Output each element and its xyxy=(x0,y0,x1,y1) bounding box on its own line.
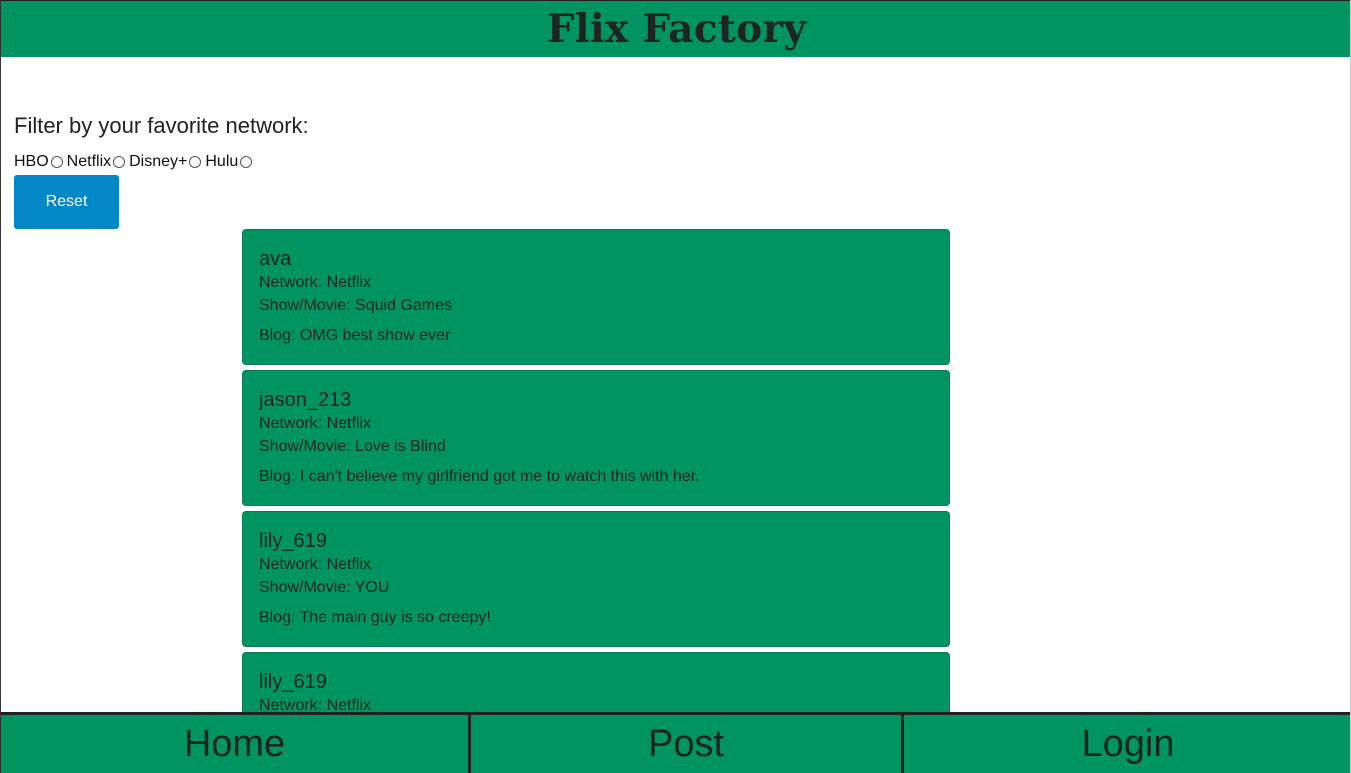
radio-label: Netflix xyxy=(66,153,112,170)
radio-label: Disney+ xyxy=(129,153,188,170)
app-title: Flix Factory xyxy=(546,6,807,52)
radio-option-netflix[interactable]: Netflix xyxy=(66,153,126,171)
post-network: Network: Netflix xyxy=(259,274,372,291)
radio-label: HBO xyxy=(14,153,49,170)
post-feed: ava Network: Netflix Show/Movie: Squid G… xyxy=(242,229,950,773)
post-network: Network: Netflix xyxy=(259,556,372,573)
nav-post-link[interactable]: Post xyxy=(471,715,904,773)
post-username: lily_619 xyxy=(259,671,327,693)
post-username: ava xyxy=(259,248,292,270)
radio-label: Hulu xyxy=(205,153,239,170)
app-header: Flix Factory xyxy=(1,0,1350,57)
nav-home-link[interactable]: Home xyxy=(1,715,471,773)
radio-option-disney[interactable]: Disney+ xyxy=(129,153,202,171)
bottom-nav: Home Post Login xyxy=(1,712,1350,773)
post-show: Show/Movie: YOU xyxy=(259,579,390,596)
radio-button[interactable] xyxy=(189,156,202,168)
radio-option-hbo[interactable]: HBO xyxy=(14,153,63,171)
network-filter-group: HBO Netflix Disney+ Hulu xyxy=(14,153,256,171)
radio-option-hulu[interactable]: Hulu xyxy=(205,153,253,171)
post-card: jason_213 Network: Netflix Show/Movie: L… xyxy=(242,370,950,506)
post-blog: Blog: OMG best show ever xyxy=(259,327,451,344)
post-username: jason_213 xyxy=(259,389,352,411)
radio-button[interactable] xyxy=(240,156,253,168)
nav-login-link[interactable]: Login xyxy=(904,715,1350,773)
post-card: ava Network: Netflix Show/Movie: Squid G… xyxy=(242,229,950,365)
post-network: Network: Netflix xyxy=(259,415,372,432)
radio-button[interactable] xyxy=(113,156,126,168)
reset-button[interactable]: Reset xyxy=(14,175,119,229)
post-blog: Blog: The main guy is so creepy! xyxy=(259,609,491,626)
post-blog: Blog: I can't believe my girlfriend got … xyxy=(259,468,700,485)
post-show: Show/Movie: Squid Games xyxy=(259,297,452,314)
filter-heading: Filter by your favorite network: xyxy=(14,113,309,138)
post-card: lily_619 Network: Netflix Show/Movie: YO… xyxy=(242,511,950,647)
post-show: Show/Movie: Love is Blind xyxy=(259,438,446,455)
radio-button[interactable] xyxy=(50,156,63,168)
post-username: lily_619 xyxy=(259,530,327,552)
page: Flix Factory Filter by your favorite net… xyxy=(0,0,1351,773)
